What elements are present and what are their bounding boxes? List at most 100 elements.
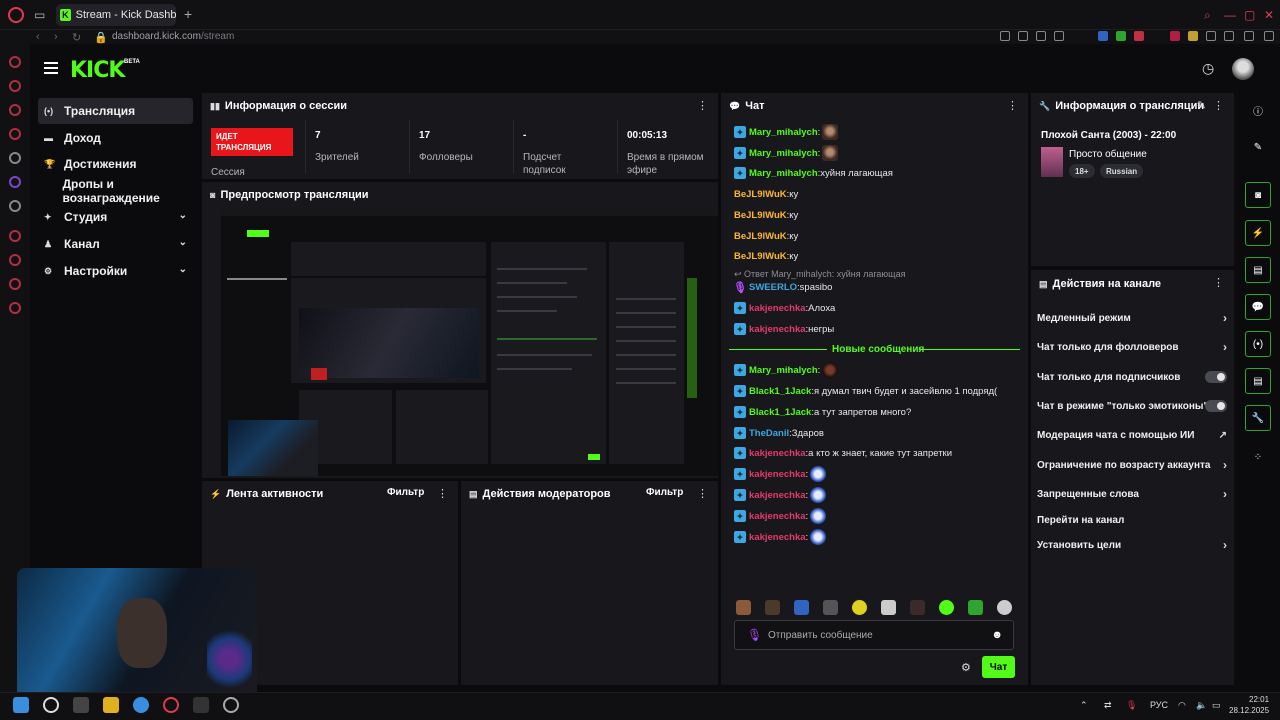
chat-username[interactable]: BeJL9lWuK — [734, 231, 787, 242]
start-icon[interactable] — [13, 697, 29, 713]
wrench-toggle-button[interactable]: 🔧 — [1245, 405, 1271, 431]
taskbar-app-icon[interactable] — [223, 697, 239, 713]
activity-filter-button[interactable]: Фильтр — [387, 487, 424, 498]
chat-username[interactable]: TheDanil — [749, 428, 789, 439]
search-icon[interactable]: ⌕ — [1204, 8, 1211, 23]
notifications-icon[interactable]: ◷ — [1202, 60, 1214, 77]
tray-wifi-icon[interactable]: ◠ — [1178, 700, 1186, 711]
sidebar-item-studio[interactable]: ✦ Студия ⌄ — [38, 204, 193, 230]
actions-toggle-button[interactable]: ▤ — [1245, 368, 1271, 394]
emote-button[interactable] — [910, 600, 925, 615]
preview-toggle-button[interactable]: ◙ — [1245, 182, 1271, 208]
sidebar-app-icon[interactable] — [9, 56, 21, 68]
chat-message[interactable]: ✦ kakjenechka: — [734, 508, 827, 524]
back-icon[interactable]: ‹ — [36, 31, 40, 43]
sidebar-item-settings[interactable]: ⚙ Настройки ⌄ — [38, 258, 193, 284]
tray-battery-icon[interactable]: ▭ — [1212, 700, 1221, 711]
notes-toggle-button[interactable]: ▤ — [1245, 257, 1271, 283]
tray-sync-icon[interactable]: ⇄ — [1104, 700, 1112, 711]
chat-username[interactable]: SWEERLO — [749, 282, 797, 293]
file-explorer-icon[interactable] — [103, 697, 119, 713]
url-field[interactable]: dashboard.kick.com/stream — [112, 31, 234, 42]
microphone-icon[interactable]: 🎙 — [747, 628, 762, 642]
chat-username[interactable]: kakjenechka — [749, 469, 806, 480]
extension-icon[interactable] — [1116, 31, 1126, 41]
chat-message[interactable]: ✦ Black1_1Jack: а тут запретов много? — [734, 404, 911, 420]
extension-icon[interactable] — [1224, 31, 1234, 41]
toggle-switch[interactable] — [1205, 400, 1227, 412]
chat-message[interactable]: ✦ Mary_mihalych: хуйня лагающая — [734, 165, 893, 181]
browser-logo-icon[interactable] — [8, 7, 24, 23]
chat-username[interactable]: kakjenechka — [749, 324, 806, 335]
channel-action-item[interactable]: Установить цели › — [1037, 535, 1227, 555]
minimize-icon[interactable]: — — [1224, 8, 1236, 22]
sidebar-app-icon[interactable] — [9, 230, 21, 242]
maximize-icon[interactable]: ▢ — [1244, 8, 1255, 22]
sidebar-item-channel[interactable]: ♟ Канал ⌄ — [38, 231, 193, 257]
chat-message[interactable]: 🎙 SWEERLO: spasibo — [733, 279, 832, 295]
twitch-icon[interactable] — [9, 176, 21, 188]
chat-username[interactable]: Black1_1Jack — [749, 386, 811, 397]
chat-username[interactable]: kakjenechka — [749, 490, 806, 501]
emote-button[interactable] — [823, 600, 838, 615]
emote-button[interactable] — [881, 600, 896, 615]
chat-message[interactable]: ✦ kakjenechka: — [734, 529, 827, 545]
chat-toggle-button[interactable]: 💬 — [1245, 294, 1271, 320]
avatar[interactable] — [1232, 58, 1254, 80]
channel-action-item[interactable]: Перейти на канал — [1037, 510, 1227, 530]
extension-icon[interactable] — [1244, 31, 1254, 41]
pencil-icon[interactable]: ✎ — [1245, 134, 1271, 160]
category-name[interactable]: Просто общение — [1069, 149, 1147, 160]
chat-message[interactable]: ✦ kakjenechka: — [734, 487, 827, 503]
emoji-picker-icon[interactable]: ☻ — [991, 629, 1003, 641]
forward-icon[interactable]: › — [54, 31, 58, 43]
chat-username[interactable]: kakjenechka — [749, 303, 806, 314]
extension-icon[interactable] — [1134, 31, 1144, 41]
chat-username[interactable]: Mary_mihalych — [749, 148, 818, 159]
browser-tab[interactable]: K Stream - Kick Dashboa — [56, 4, 176, 26]
more-options-icon[interactable]: ⋮ — [1213, 99, 1224, 112]
sidebar-item-achievements[interactable]: 🏆 Достижения — [38, 151, 193, 177]
tray-chevron-icon[interactable]: ⌃ — [1080, 700, 1088, 711]
chat-settings-icon[interactable]: ⚙ — [961, 661, 971, 674]
channel-action-item[interactable]: Чат только для фолловеров › — [1037, 337, 1227, 357]
extension-icon[interactable] — [1170, 31, 1180, 41]
sidebar-app-icon[interactable] — [9, 152, 21, 164]
chat-username[interactable]: BeJL9lWuK — [734, 189, 787, 200]
emote-button[interactable] — [997, 600, 1012, 615]
channel-action-item[interactable]: Чат в режиме "только эмотиконы" — [1037, 396, 1227, 416]
search-icon[interactable] — [43, 697, 59, 713]
extension-icon[interactable] — [1018, 31, 1028, 41]
toggle-switch[interactable] — [1205, 371, 1227, 383]
chat-send-button[interactable]: Чат — [982, 656, 1015, 678]
sidebar-item-revenue[interactable]: ▬ Доход — [38, 125, 193, 151]
chat-message-input[interactable]: 🎙 Отправить сообщение ☻ — [734, 620, 1014, 650]
tray-mic-icon[interactable]: 🎙 — [1126, 700, 1137, 711]
chat-message[interactable]: ✦ kakjenechka: — [734, 466, 827, 482]
chat-message[interactable]: ✦ kakjenechka: Алоха — [734, 300, 835, 316]
sidebar-item-drops[interactable]: Дропы и вознаграждение — [38, 177, 198, 205]
taskbar-clock[interactable]: 22:01 28.12.2025 — [1229, 694, 1269, 716]
info-icon[interactable]: ⓘ — [1245, 97, 1271, 123]
sidebar-app-icon[interactable] — [9, 128, 21, 140]
channel-action-item[interactable]: Запрещенные слова › — [1037, 484, 1227, 504]
emote-button[interactable] — [852, 600, 867, 615]
chat-message[interactable]: ✦ Mary_mihalych: — [734, 145, 839, 161]
edit-icon[interactable]: ✎ — [1197, 99, 1206, 112]
chat-message[interactable]: ✦ Black1_1Jack: я думал твич будет и засе… — [734, 383, 997, 399]
mod-filter-button[interactable]: Фильтр — [646, 487, 683, 498]
broadcast-toggle-button[interactable]: (•) — [1245, 331, 1271, 357]
channel-action-item[interactable]: Ограничение по возрасту аккаунта › — [1037, 455, 1227, 475]
chat-message[interactable]: ✦ Mary_mihalych: — [734, 124, 839, 140]
taskbar-app-icon[interactable] — [73, 697, 89, 713]
x-icon[interactable] — [9, 200, 21, 212]
emote-button[interactable] — [794, 600, 809, 615]
extension-icon[interactable] — [1054, 31, 1064, 41]
more-options-icon[interactable]: ⋮ — [697, 99, 708, 112]
menu-icon[interactable] — [1264, 31, 1274, 41]
chat-username[interactable]: kakjenechka — [749, 448, 806, 459]
emote-button[interactable] — [968, 600, 983, 615]
sidebar-item-stream[interactable]: (•) Трансляция — [38, 98, 193, 124]
language-indicator[interactable]: РУС — [1150, 700, 1168, 710]
kick-logo[interactable]: KICK — [70, 58, 125, 83]
